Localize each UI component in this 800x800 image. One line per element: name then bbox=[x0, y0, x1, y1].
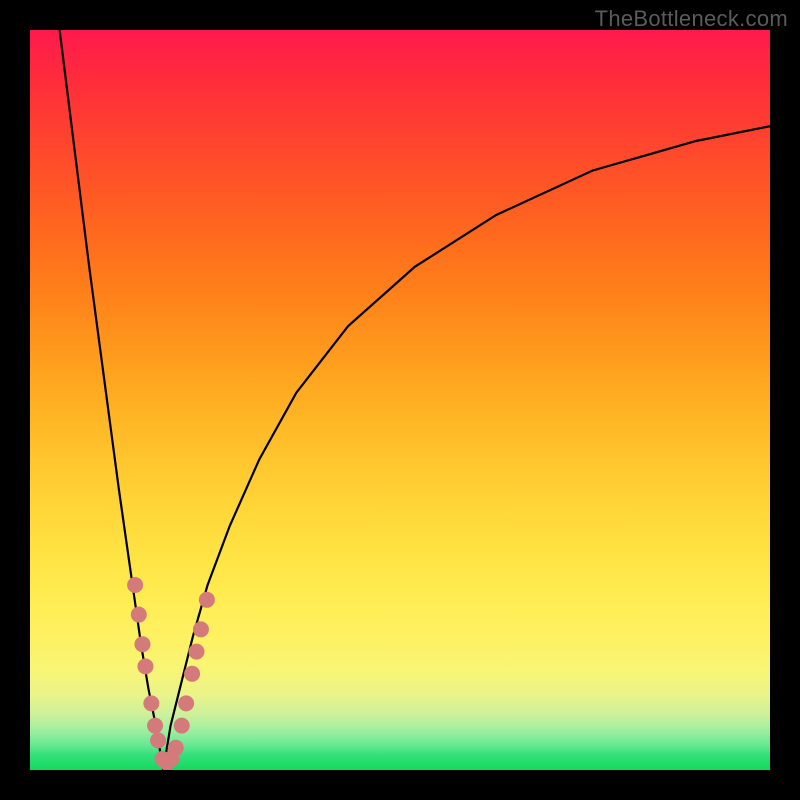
scatter-dot bbox=[150, 732, 166, 748]
scatter-dot bbox=[143, 695, 159, 711]
scatter-dot bbox=[193, 621, 209, 637]
scatter-dot bbox=[137, 658, 153, 674]
curve-right-branch bbox=[163, 126, 770, 770]
scatter-dot bbox=[168, 740, 184, 756]
watermark-text: TheBottleneck.com bbox=[595, 6, 788, 32]
scatter-dot bbox=[174, 718, 190, 734]
scatter-dot bbox=[189, 644, 205, 660]
scatter-dot bbox=[131, 607, 147, 623]
scatter-dot bbox=[184, 666, 200, 682]
scatter-dot bbox=[127, 577, 143, 593]
scatter-dot bbox=[199, 592, 215, 608]
scatter-dot bbox=[178, 695, 194, 711]
chart-frame: TheBottleneck.com bbox=[0, 0, 800, 800]
scatter-dot bbox=[147, 718, 163, 734]
scatter-dot bbox=[134, 636, 150, 652]
plot-area bbox=[30, 30, 770, 770]
chart-svg bbox=[30, 30, 770, 770]
